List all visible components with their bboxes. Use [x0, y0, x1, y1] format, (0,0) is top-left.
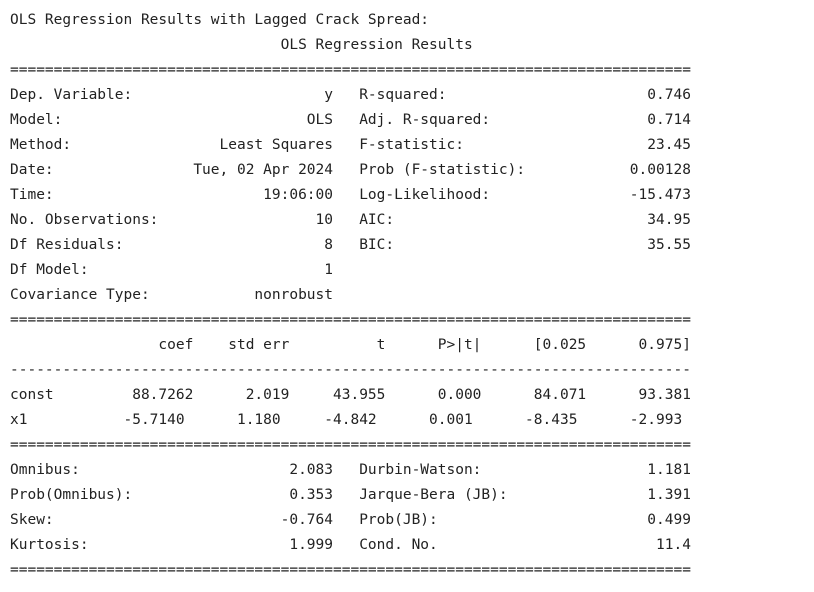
- table-title: OLS Regression Results: [10, 37, 718, 53]
- summary-row: Model: OLS Adj. R-squared: 0.714: [10, 112, 691, 128]
- coef-header-row: coef std err t P>|t| [0.025 0.975]: [10, 337, 691, 353]
- diagnostic-row: Prob(Omnibus): 0.353 Jarque-Bera (JB): 1…: [10, 487, 691, 503]
- summary-row: Df Residuals: 8 BIC: 35.55: [10, 237, 691, 253]
- coef-row: x1 -5.7140 1.180 -4.842 0.001 -8.435 -2.…: [10, 412, 683, 428]
- summary-row: Dep. Variable: y R-squared: 0.746: [10, 87, 691, 103]
- separator-line: ========================================…: [10, 312, 691, 328]
- separator-line: ========================================…: [10, 437, 691, 453]
- console-output: OLS Regression Results with Lagged Crack…: [0, 0, 814, 592]
- summary-row: Date: Tue, 02 Apr 2024 Prob (F-statistic…: [10, 162, 691, 178]
- summary-row: No. Observations: 10 AIC: 34.95: [10, 212, 691, 228]
- diagnostic-row: Skew: -0.764 Prob(JB): 0.499: [10, 512, 691, 528]
- output-heading: OLS Regression Results with Lagged Crack…: [10, 12, 430, 28]
- summary-row: Covariance Type: nonrobust: [10, 287, 691, 303]
- dash-separator-line: ----------------------------------------…: [10, 362, 691, 378]
- coef-row: const 88.7262 2.019 43.955 0.000 84.071 …: [10, 387, 691, 403]
- separator-line: ========================================…: [10, 62, 691, 78]
- diagnostic-row: Omnibus: 2.083 Durbin-Watson: 1.181: [10, 462, 691, 478]
- diagnostic-row: Kurtosis: 1.999 Cond. No. 11.4: [10, 537, 691, 553]
- summary-row: Df Model: 1: [10, 262, 691, 278]
- separator-line: ========================================…: [10, 562, 691, 578]
- summary-row: Time: 19:06:00 Log-Likelihood: -15.473: [10, 187, 691, 203]
- summary-row: Method: Least Squares F-statistic: 23.45: [10, 137, 691, 153]
